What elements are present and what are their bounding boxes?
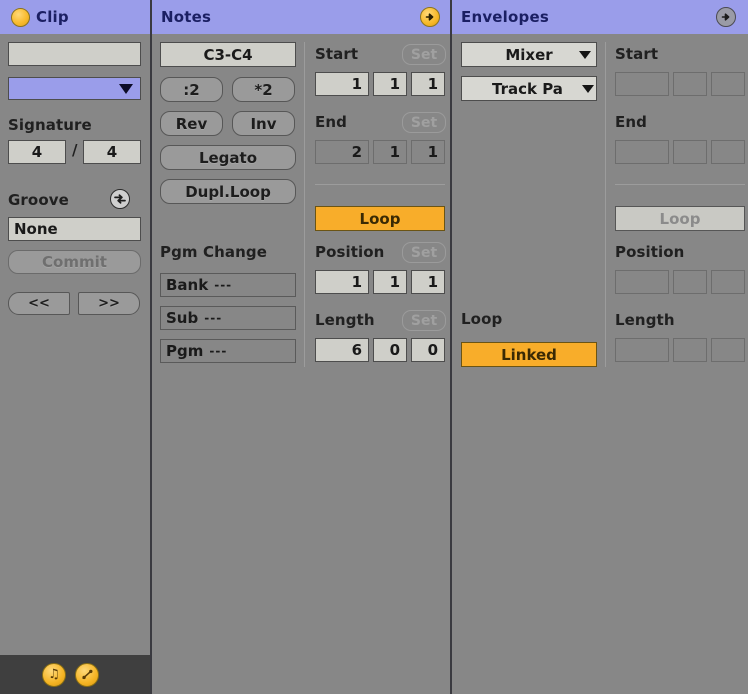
next-groove-button[interactable]: >> bbox=[78, 292, 140, 315]
envelope-end-bars-field[interactable] bbox=[615, 140, 669, 164]
envelope-start-beats-field[interactable] bbox=[673, 72, 707, 96]
pgm-field[interactable]: Pgm --- bbox=[160, 339, 296, 363]
envelope-end-beats-field[interactable] bbox=[673, 140, 707, 164]
groove-value-field[interactable]: None bbox=[8, 217, 141, 241]
invert-button[interactable]: Inv bbox=[232, 111, 295, 136]
loop-position-sixteenths-field[interactable]: 1 bbox=[411, 270, 445, 294]
envelope-loop-toggle-button[interactable]: Loop bbox=[615, 206, 745, 231]
clip-start-sixteenths-field[interactable]: 1 bbox=[411, 72, 445, 96]
midi-note-icon[interactable]: ♫ bbox=[42, 662, 66, 687]
envelope-device-value: Mixer bbox=[505, 45, 553, 64]
notes-section-divider bbox=[315, 184, 445, 185]
clip-end-bars-field[interactable]: 2 bbox=[315, 140, 369, 164]
clip-panel: Signature 4 / 4 Groove None Commit << >> bbox=[0, 34, 150, 655]
clip-start-set-button[interactable]: Set bbox=[402, 44, 446, 65]
envelopes-panel-title: Envelopes bbox=[461, 8, 549, 26]
previous-groove-button[interactable]: << bbox=[8, 292, 70, 315]
reverse-button[interactable]: Rev bbox=[160, 111, 223, 136]
envelope-device-dropdown[interactable]: Mixer bbox=[461, 42, 597, 67]
clip-color-dropdown[interactable] bbox=[8, 77, 141, 100]
sub-field-label: Sub bbox=[166, 309, 199, 327]
sub-field-value: --- bbox=[204, 311, 223, 325]
pgm-field-value: --- bbox=[209, 344, 228, 358]
signature-divider: / bbox=[72, 141, 78, 159]
duplicate-loop-button[interactable]: Dupl.Loop bbox=[160, 179, 296, 204]
notes-panel-header[interactable]: Notes bbox=[150, 0, 450, 34]
envelopes-section-divider bbox=[615, 184, 745, 185]
pgm-field-label: Pgm bbox=[166, 342, 204, 360]
envelope-loop-label: Loop bbox=[461, 310, 503, 328]
loop-length-bars-field[interactable]: 6 bbox=[315, 338, 369, 362]
signature-numerator-field[interactable]: 4 bbox=[8, 140, 66, 164]
midi-note-glyph: ♫ bbox=[48, 667, 60, 682]
loop-length-sixteenths-field[interactable]: 0 bbox=[411, 338, 445, 362]
envelope-start-label: Start bbox=[615, 45, 659, 63]
sub-field[interactable]: Sub --- bbox=[160, 306, 296, 330]
notes-inner-divider bbox=[304, 42, 305, 367]
bank-field[interactable]: Bank --- bbox=[160, 273, 296, 297]
loop-length-set-button[interactable]: Set bbox=[402, 310, 446, 331]
loop-position-set-button[interactable]: Set bbox=[402, 242, 446, 263]
envelope-parameter-value: Track Pa bbox=[492, 79, 563, 98]
legato-button[interactable]: Legato bbox=[160, 145, 296, 170]
clip-color-dot-icon bbox=[11, 7, 30, 27]
notes-panel-toggle-arrow-right-circle-icon[interactable] bbox=[420, 7, 440, 27]
loop-position-beats-field[interactable]: 1 bbox=[373, 270, 407, 294]
clip-name-field[interactable] bbox=[8, 42, 141, 66]
envelope-start-sixteenths-field[interactable] bbox=[711, 72, 745, 96]
double-button[interactable]: *2 bbox=[232, 77, 295, 102]
chevron-down-icon bbox=[582, 84, 594, 93]
clip-panel-footer-toolbar: ♫ bbox=[0, 655, 150, 694]
loop-position-bars-field[interactable]: 1 bbox=[315, 270, 369, 294]
clip-end-sixteenths-field[interactable]: 1 bbox=[411, 140, 445, 164]
bank-field-value: --- bbox=[214, 278, 233, 292]
chevron-down-icon bbox=[119, 83, 133, 94]
panel-titlebar: Clip Notes Envelopes bbox=[0, 0, 748, 34]
bank-field-label: Bank bbox=[166, 276, 209, 294]
signature-denominator-field[interactable]: 4 bbox=[83, 140, 141, 164]
loop-position-label: Position bbox=[315, 243, 385, 261]
envelope-length-label: Length bbox=[615, 311, 675, 329]
envelope-position-beats-field[interactable] bbox=[673, 270, 707, 294]
clip-start-label: Start bbox=[315, 45, 359, 63]
pgm-change-label: Pgm Change bbox=[160, 243, 267, 261]
envelope-end-sixteenths-field[interactable] bbox=[711, 140, 745, 164]
groove-label: Groove bbox=[8, 191, 69, 209]
note-range-field[interactable]: C3-C4 bbox=[160, 42, 296, 67]
envelope-position-sixteenths-field[interactable] bbox=[711, 270, 745, 294]
envelope-position-bars-field[interactable] bbox=[615, 270, 669, 294]
clip-end-set-button[interactable]: Set bbox=[402, 112, 446, 133]
notes-panel-title: Notes bbox=[161, 8, 212, 26]
loop-toggle-button[interactable]: Loop bbox=[315, 206, 445, 231]
clip-panel-header[interactable]: Clip bbox=[0, 0, 150, 34]
envelope-automation-icon[interactable] bbox=[75, 662, 99, 687]
chevron-down-icon bbox=[579, 50, 591, 59]
clip-start-bars-field[interactable]: 1 bbox=[315, 72, 369, 96]
clip-end-beats-field[interactable]: 1 bbox=[373, 140, 407, 164]
loop-length-beats-field[interactable]: 0 bbox=[373, 338, 407, 362]
loop-length-label: Length bbox=[315, 311, 375, 329]
signature-label: Signature bbox=[8, 116, 92, 134]
envelope-position-label: Position bbox=[615, 243, 685, 261]
halve-button[interactable]: :2 bbox=[160, 77, 223, 102]
envelopes-panel-toggle-arrow-right-circle-icon[interactable] bbox=[716, 7, 736, 27]
hot-swap-icon[interactable] bbox=[110, 189, 130, 209]
notes-panel: C3-C4 :2 *2 Rev Inv Legato Dupl.Loop Pgm… bbox=[150, 34, 450, 694]
clip-panel-title: Clip bbox=[36, 8, 69, 26]
envelope-parameter-dropdown[interactable]: Track Pa bbox=[461, 76, 597, 101]
envelope-start-bars-field[interactable] bbox=[615, 72, 669, 96]
envelopes-inner-divider bbox=[605, 42, 606, 367]
envelope-linked-button[interactable]: Linked bbox=[461, 342, 597, 367]
commit-button[interactable]: Commit bbox=[8, 250, 141, 274]
envelope-end-label: End bbox=[615, 113, 647, 131]
envelope-length-beats-field[interactable] bbox=[673, 338, 707, 362]
panels-area: Signature 4 / 4 Groove None Commit << >>… bbox=[0, 34, 748, 694]
clip-end-label: End bbox=[315, 113, 347, 131]
envelopes-panel: Mixer Track Pa Loop Linked Start End Loo… bbox=[450, 34, 748, 694]
envelope-length-sixteenths-field[interactable] bbox=[711, 338, 745, 362]
envelope-length-bars-field[interactable] bbox=[615, 338, 669, 362]
clip-start-beats-field[interactable]: 1 bbox=[373, 72, 407, 96]
envelopes-panel-header[interactable]: Envelopes bbox=[450, 0, 746, 34]
clip-view-window: Clip Notes Envelopes Signature 4 / 4 Gro… bbox=[0, 0, 748, 694]
